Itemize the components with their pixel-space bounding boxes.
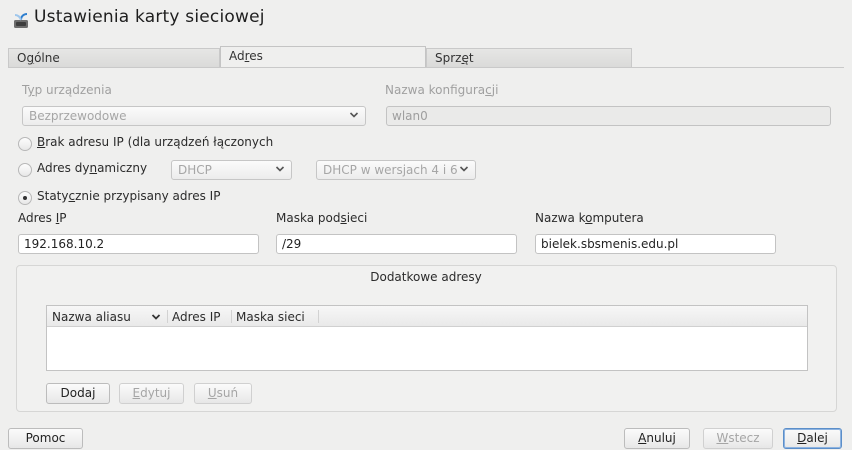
hostname-input[interactable]: bielek.sbsmenis.edu.pl xyxy=(535,234,776,254)
next-button[interactable]: Dalej xyxy=(783,428,842,449)
dhcp-mode-select[interactable]: DHCP xyxy=(171,160,292,180)
column-ip-address[interactable]: Adres IP xyxy=(172,310,221,324)
static-address-radio[interactable] xyxy=(18,191,32,205)
cancel-button[interactable]: Anuluj xyxy=(624,428,690,449)
device-type-select[interactable]: Bezprzewodowe xyxy=(22,106,366,126)
ip-address-label: Adres IP xyxy=(18,211,67,225)
help-button[interactable]: Pomoc xyxy=(8,428,83,449)
column-netmask[interactable]: Maska sieci xyxy=(236,310,305,324)
ip-address-input[interactable]: 192.168.10.2 xyxy=(18,234,259,254)
network-card-icon xyxy=(14,13,28,28)
delete-button[interactable]: Usuń xyxy=(194,383,252,404)
chevron-down-icon[interactable] xyxy=(151,312,161,322)
column-separator xyxy=(318,310,319,323)
tab-divider xyxy=(8,67,844,68)
tab-address[interactable]: Adres xyxy=(220,46,426,67)
no-ip-label[interactable]: Brak adresu IP (dla urządzeń łączonych xyxy=(37,135,273,149)
chevron-down-icon xyxy=(275,166,285,172)
tab-general[interactable]: Ogólne xyxy=(8,48,220,67)
column-separator xyxy=(167,310,168,323)
hostname-label: Nazwa komputera xyxy=(535,211,644,225)
additional-addresses-title: Dodatkowe adresy xyxy=(370,270,482,284)
window-title: Ustawienia karty sieciowej xyxy=(34,7,265,27)
column-alias-name[interactable]: Nazwa aliasu xyxy=(52,310,131,324)
config-name-label: Nazwa konfiguracji xyxy=(385,83,499,97)
device-type-label: Typ urządzenia xyxy=(22,83,112,97)
add-button[interactable]: Dodaj xyxy=(46,383,110,404)
chevron-down-icon xyxy=(459,166,469,172)
back-button[interactable]: Wstecz xyxy=(703,428,773,449)
config-name-field: wlan0 xyxy=(386,106,831,126)
chevron-down-icon xyxy=(349,112,359,118)
no-ip-radio[interactable] xyxy=(18,137,32,151)
alias-table-header xyxy=(47,306,807,327)
dhcp-version-select[interactable]: DHCP w wersjach 4 i 6 xyxy=(316,160,476,180)
edit-button[interactable]: Edytuj xyxy=(119,383,184,404)
netmask-label: Maska podsieci xyxy=(276,211,368,225)
static-address-label[interactable]: Statycznie przypisany adres IP xyxy=(37,189,220,203)
netmask-input[interactable]: /29 xyxy=(276,234,517,254)
dynamic-address-label[interactable]: Adres dynamiczny xyxy=(37,161,147,175)
tab-hardware[interactable]: Sprzęt xyxy=(426,48,632,67)
dynamic-address-radio[interactable] xyxy=(18,163,32,177)
column-separator xyxy=(231,310,232,323)
